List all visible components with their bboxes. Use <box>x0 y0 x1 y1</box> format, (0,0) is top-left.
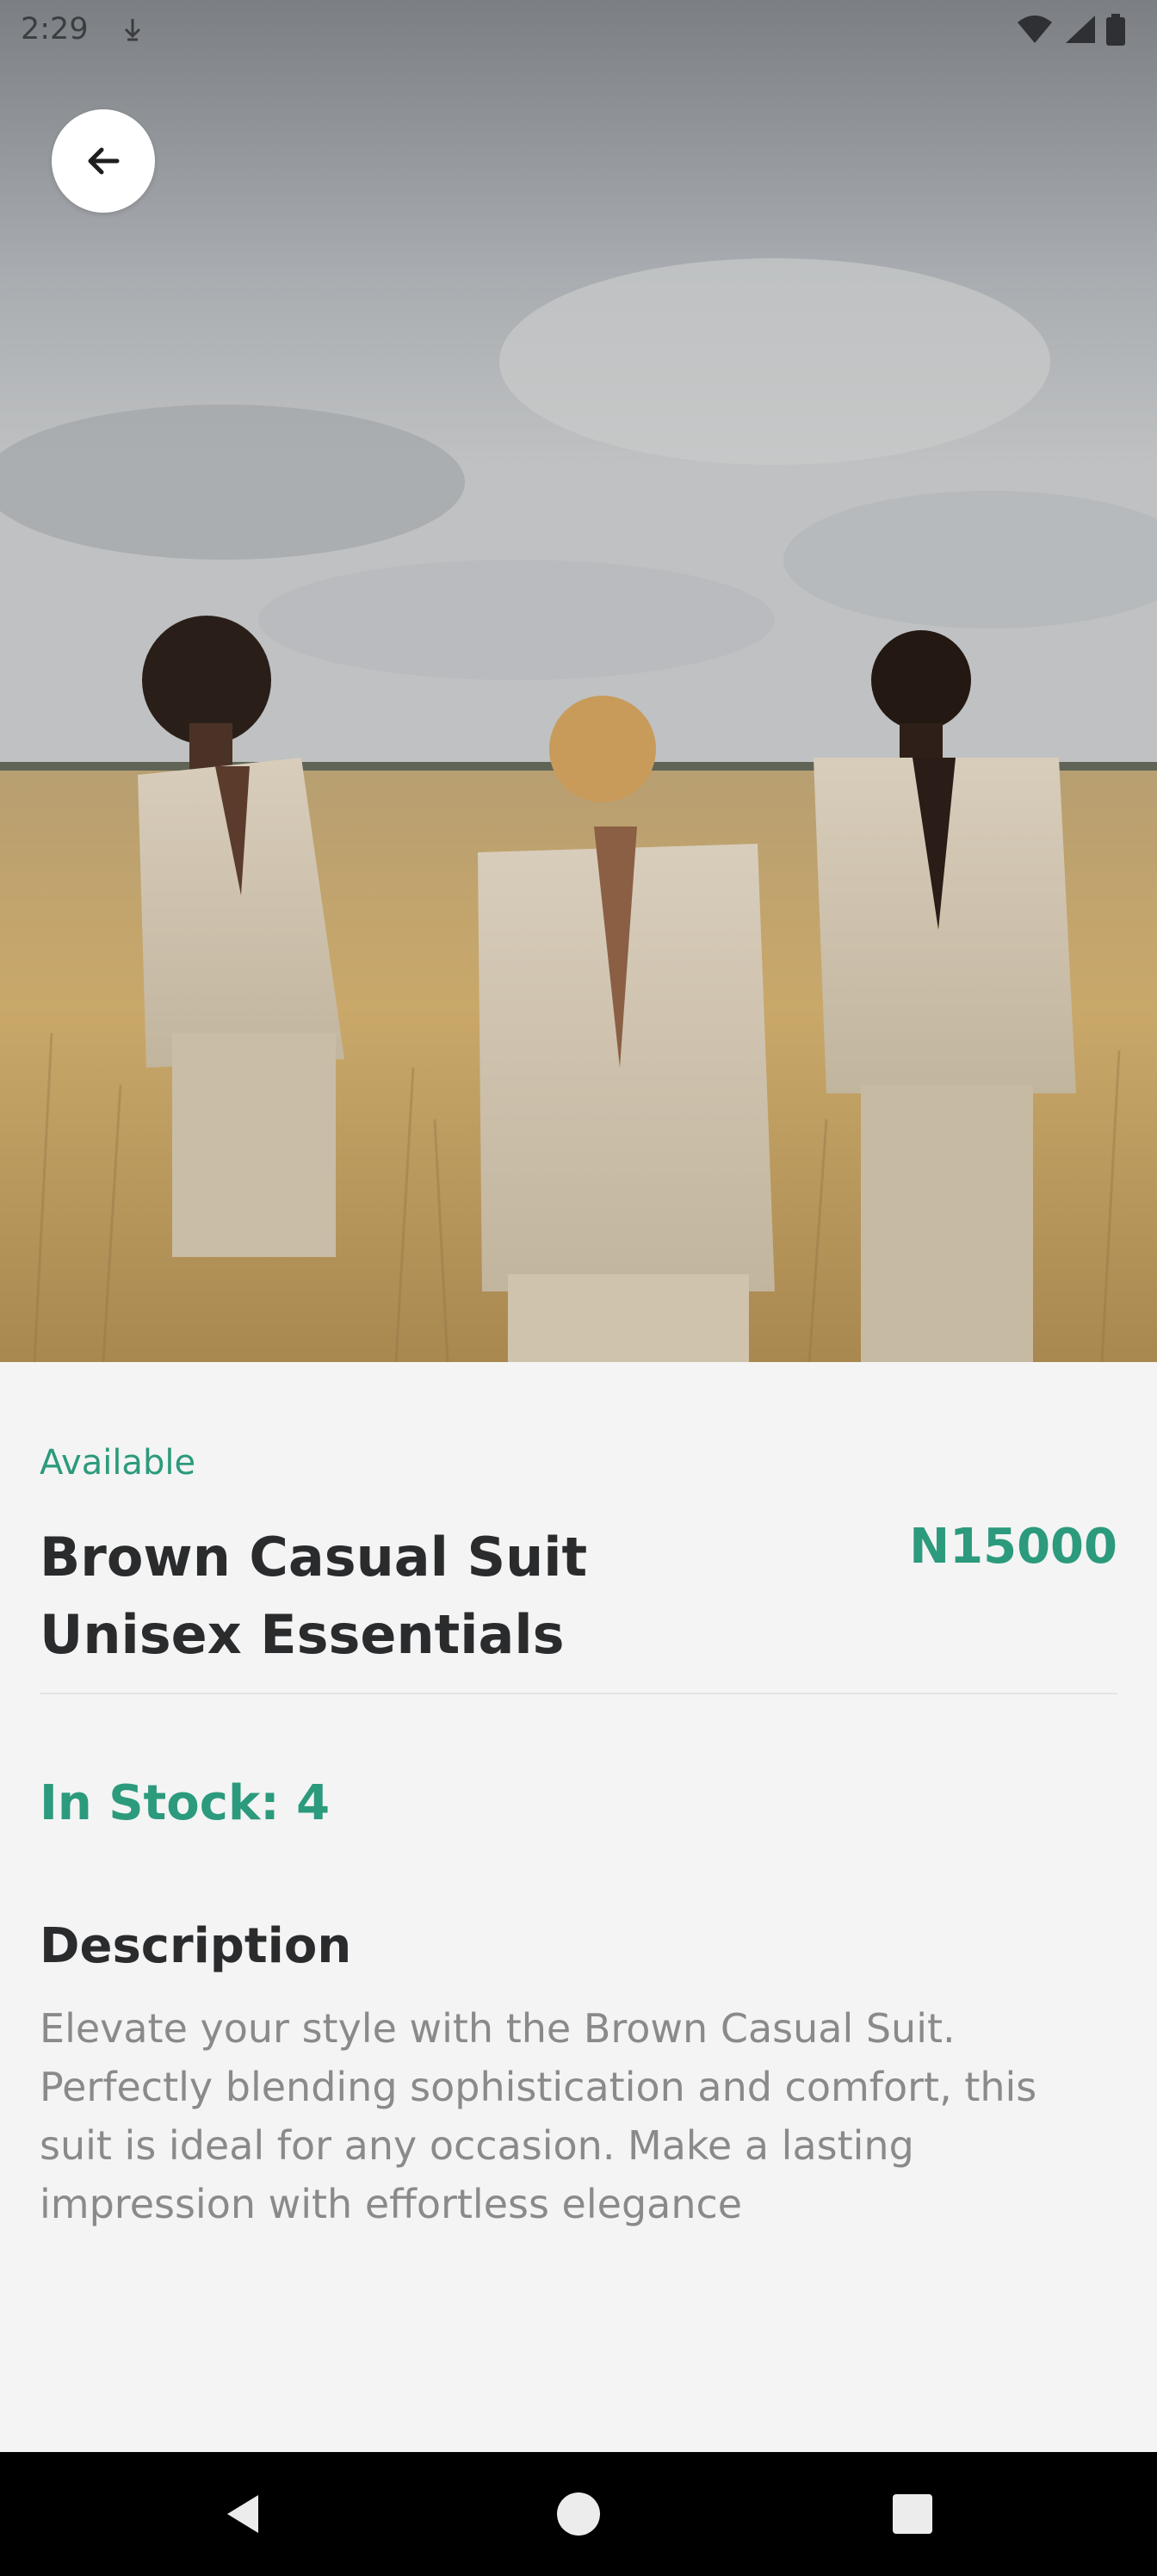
description-heading: Description <box>40 1918 352 1974</box>
system-nav-bar <box>0 2452 1157 2576</box>
arrow-left-icon <box>88 147 120 175</box>
status-bar: 2:29 <box>0 0 1157 62</box>
usb-debug-icon <box>121 17 145 46</box>
description-text: Elevate your style with the Brown Casual… <box>40 2005 1037 2227</box>
status-time: 2:29 <box>21 12 89 46</box>
back-triangle-icon <box>227 2495 258 2533</box>
product-image <box>0 0 1157 1362</box>
availability-label: Available <box>40 1443 196 1483</box>
back-button[interactable] <box>52 109 155 213</box>
recents-square-icon <box>893 2494 932 2534</box>
nav-recents-button[interactable] <box>852 2452 973 2576</box>
nav-home-button[interactable] <box>518 2452 639 2576</box>
wifi-icon <box>1016 14 1054 50</box>
cell-signal-icon <box>1062 14 1097 50</box>
home-circle-icon <box>557 2492 600 2536</box>
nav-back-button[interactable] <box>183 2452 303 2576</box>
stock-count: In Stock: 4 <box>40 1775 331 1831</box>
product-photo <box>0 0 1157 1362</box>
product-title: Brown Casual Suit Unisex Essentials <box>40 1526 588 1666</box>
divider <box>40 1693 1117 1694</box>
product-price: N15000 <box>909 1519 1117 1575</box>
battery-icon <box>1105 14 1126 50</box>
